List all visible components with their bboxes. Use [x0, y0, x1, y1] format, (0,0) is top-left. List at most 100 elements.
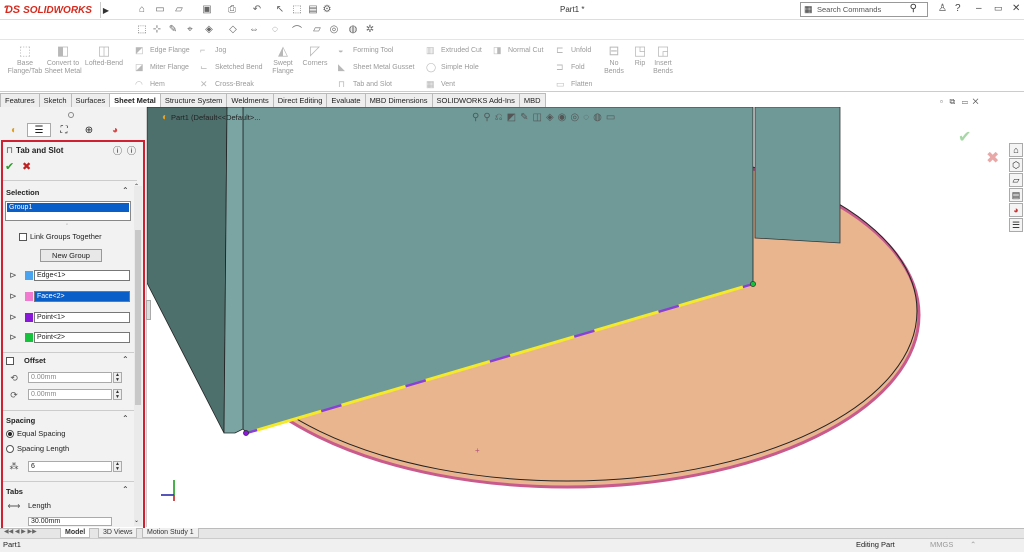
offset-section-header[interactable]: Offset: [6, 356, 46, 365]
undo-icon[interactable]: ↶: [250, 3, 264, 16]
fold-button[interactable]: ⊐ Fold: [556, 62, 585, 73]
section-view-icon[interactable]: ◩: [507, 112, 516, 123]
pm-scrollbar-thumb[interactable]: [135, 230, 141, 405]
selection-field[interactable]: Point<2>: [34, 332, 130, 343]
help-icon[interactable]: ?: [955, 3, 961, 14]
confirm-corner-cancel-icon[interactable]: ✖: [986, 148, 999, 168]
reference-geometry-icon[interactable]: ◌: [268, 23, 282, 36]
instance-count-field[interactable]: 6: [28, 461, 112, 472]
right-tab-face[interactable]: [754, 107, 841, 244]
snap-icon[interactable]: ⊹: [150, 23, 164, 36]
point-2-marker[interactable]: [750, 281, 756, 287]
edge-flange-button[interactable]: ◩ Edge Flange: [135, 45, 190, 56]
jog-button[interactable]: ⌐ Jog: [200, 45, 226, 55]
scroll-up-icon[interactable]: ⌃: [134, 183, 139, 190]
unfold-button[interactable]: ⊏ Unfold: [556, 45, 591, 56]
no-bends-button[interactable]: ⊟ No Bends: [600, 44, 628, 76]
tab-surfaces[interactable]: Surfaces: [70, 93, 111, 107]
model-view[interactable]: +: [147, 107, 1024, 527]
sketched-bend-button[interactable]: ⌙ Sketched Bend: [200, 62, 262, 73]
forming-tool-button[interactable]: ◒ Forming Tool: [338, 45, 393, 55]
file-properties-icon[interactable]: ▤: [306, 3, 320, 16]
insert-bends-button[interactable]: ◲ Insert Bends: [650, 44, 676, 76]
view-tile-icon[interactable]: ⧉: [950, 97, 956, 106]
tab-sketch[interactable]: Sketch: [38, 93, 72, 107]
property-manager-tab-icon[interactable]: ☰: [27, 123, 51, 137]
bottom-tab-motion-study-1[interactable]: Motion Study 1: [142, 528, 199, 538]
search-input[interactable]: ▦ Search Commands ⚲: [800, 2, 928, 17]
flatten-button[interactable]: ▭ Flatten: [556, 79, 592, 90]
selection-field[interactable]: Edge<1>: [34, 270, 130, 281]
zoom-area-icon[interactable]: ⚲: [483, 112, 490, 123]
hide-show-icon[interactable]: ◉: [558, 112, 567, 123]
sheet-metal-tool-icon[interactable]: ▱: [310, 23, 324, 36]
normal-cut-button[interactable]: ◨ Normal Cut: [493, 45, 543, 56]
tab-mbd-dimensions[interactable]: MBD Dimensions: [364, 93, 433, 107]
collapse-caret-icon[interactable]: ⌃: [122, 414, 129, 423]
new-document-icon[interactable]: ▭: [153, 3, 167, 16]
hem-button[interactable]: ◠ Hem: [135, 79, 165, 90]
bottom-tab-3d-views[interactable]: 3D Views: [98, 528, 138, 538]
edit-appearance-icon[interactable]: ◎: [570, 112, 579, 123]
tab-length-field[interactable]: 30.00mm: [28, 517, 112, 526]
list-resize-handle[interactable]: ◦: [66, 222, 68, 228]
appearance-icon[interactable]: ◍: [346, 23, 360, 36]
previous-view-icon[interactable]: ⎌: [495, 112, 503, 123]
tab-direct-editing[interactable]: Direct Editing: [272, 93, 328, 107]
design-library-home-icon[interactable]: ⌂: [1009, 143, 1023, 157]
extruded-cut-button[interactable]: ▥ Extruded Cut: [426, 45, 482, 56]
select-icon[interactable]: ↖: [273, 3, 287, 16]
configuration-manager-tab-icon[interactable]: ⛶: [52, 123, 76, 137]
print-icon[interactable]: ⎙: [225, 3, 239, 16]
feature-tree-flyout[interactable]: ◐ Part1 (Default<<Default>...: [162, 112, 260, 123]
measure-icon[interactable]: ⌖: [183, 23, 197, 36]
tab-evaluate[interactable]: Evaluate: [326, 93, 366, 107]
tab-and-slot-button[interactable]: ⊓ Tab and Slot: [338, 79, 392, 90]
rebuild-icon[interactable]: ⬚: [290, 3, 304, 16]
ok-check-icon[interactable]: ✔: [5, 160, 14, 173]
view-close-icon[interactable]: ✕: [972, 97, 978, 106]
feature-manager-tab-icon[interactable]: ◐: [2, 123, 26, 137]
smart-dimension-icon[interactable]: ⇔: [247, 23, 261, 36]
graphics-viewport[interactable]: +: [147, 107, 1024, 527]
tab-scroll-arrows-icon[interactable]: ◀◀ ◀ ▶ ▶▶: [4, 528, 37, 535]
collapse-caret-icon[interactable]: ⌃: [122, 186, 129, 195]
spacing-length-radio[interactable]: Spacing Length: [6, 444, 69, 453]
collapse-caret-icon[interactable]: ⌃: [122, 355, 129, 364]
menu-expand-arrow-icon[interactable]: ▶: [100, 2, 111, 18]
bottom-tab-model[interactable]: Model: [60, 528, 91, 538]
new-group-button[interactable]: New Group: [40, 249, 102, 262]
group-list-item[interactable]: Group1: [7, 203, 129, 212]
offset-end-spinner[interactable]: ▲ ▼: [113, 389, 122, 400]
sketch-icon[interactable]: ✎: [166, 23, 180, 36]
cancel-x-icon[interactable]: ✖: [22, 160, 31, 173]
minimize-icon[interactable]: –: [976, 3, 982, 14]
apply-scene-icon[interactable]: ◌: [583, 112, 589, 123]
simple-hole-button[interactable]: ◯ Simple Hole: [426, 62, 479, 73]
tab-features[interactable]: Features: [0, 93, 40, 107]
cross-break-button[interactable]: ✕ Cross-Break: [200, 79, 254, 90]
status-units-dropdown-icon[interactable]: ⌃: [970, 540, 976, 549]
tab-sheet-metal[interactable]: Sheet Metal: [109, 93, 161, 107]
offset-start-spinner[interactable]: ▲ ▼: [113, 372, 122, 383]
confirm-corner-ok-icon[interactable]: ✔: [958, 127, 971, 147]
panel-collapse-handle[interactable]: [146, 300, 151, 320]
options-icon[interactable]: ⚙: [320, 3, 334, 16]
base-flange-button[interactable]: ⬚ Base Flange/Tab: [5, 44, 45, 76]
help-icon[interactable]: ⓘ: [113, 144, 122, 157]
custom-properties-icon[interactable]: ☰: [1009, 218, 1023, 232]
link-groups-check[interactable]: [19, 232, 27, 241]
save-icon[interactable]: ▣: [200, 3, 214, 16]
zoom-to-fit-icon[interactable]: ⚲: [472, 112, 479, 123]
miter-flange-button[interactable]: ◪ Miter Flange: [135, 62, 189, 73]
view-palette-icon[interactable]: ▤: [1009, 188, 1023, 202]
tab-mbd[interactable]: MBD: [518, 93, 546, 107]
solidworks-logo[interactable]: ƊS SOLIDWORKS: [4, 2, 98, 18]
collapse-caret-icon[interactable]: ⌃: [122, 485, 129, 494]
close-icon[interactable]: ✕: [1012, 3, 1020, 14]
link-groups-checkbox[interactable]: Link Groups Together: [19, 232, 102, 241]
curves-icon[interactable]: ⌒: [290, 23, 304, 37]
instant3d-icon[interactable]: ◇: [226, 23, 240, 36]
view-restore-icon[interactable]: ▫: [940, 97, 943, 106]
tab-solidworks-add-ins[interactable]: SOLIDWORKS Add-Ins: [431, 93, 520, 107]
